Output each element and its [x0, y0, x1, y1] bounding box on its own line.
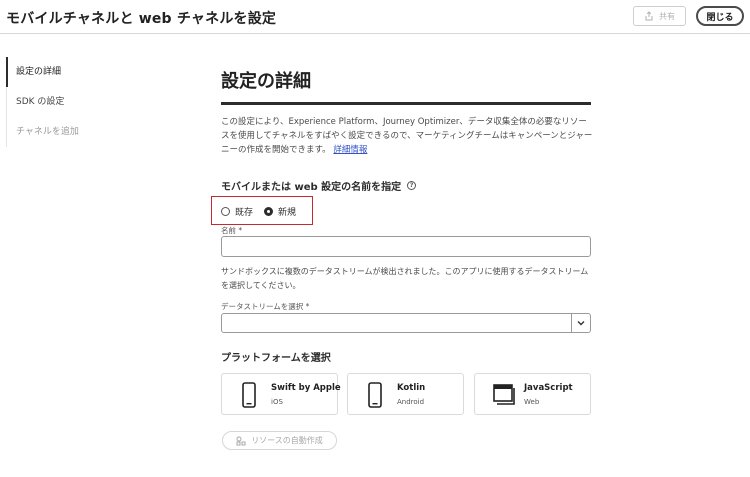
radio-new-label: 新規: [278, 208, 297, 218]
phone-icon: [242, 382, 256, 408]
resource-icon: [236, 436, 246, 445]
share-label: 共有: [659, 11, 675, 21]
app-header: モバイルチャネルと web チャネルを設定 共有 閉じる: [0, 0, 750, 34]
browser-window-icon: [493, 384, 515, 405]
datastream-dropdown-button[interactable]: [571, 314, 590, 332]
page-header-title: モバイルチャネルと web チャネルを設定: [6, 11, 277, 27]
description: この設定により、Experience Platform、Journey Opti…: [221, 115, 593, 157]
datastream-notice: サンドボックスに複数のデータストリームが検出されました。このアプリに使用するデー…: [221, 267, 589, 290]
datastream-field-label: データストリームを選択 *: [221, 302, 310, 311]
platform-heading: プラットフォームを選択: [221, 353, 331, 364]
auto-create-label: リソースの自動作成: [251, 436, 323, 445]
sidebar: 設定の詳細 SDK の設定 チャネルを追加: [6, 57, 166, 147]
platform-sub-android: Android: [397, 398, 425, 406]
platform-name-web: JavaScript: [524, 383, 573, 393]
platform-card-android[interactable]: Kotlin Android: [347, 373, 464, 415]
chevron-down-icon: [577, 321, 585, 326]
platform-card-web[interactable]: JavaScript Web: [474, 373, 591, 415]
platform-sub-web: Web: [524, 398, 540, 406]
share-icon: [645, 11, 653, 21]
auto-create-resources-button[interactable]: リソースの自動作成: [222, 431, 337, 450]
sidebar-item-add-channels: チャネルを追加: [16, 127, 79, 137]
sidebar-item-sdk-setup[interactable]: SDK の設定: [6, 87, 166, 117]
platform-sub-ios: iOS: [271, 398, 283, 406]
name-input[interactable]: [221, 236, 591, 257]
platform-name-android: Kotlin: [397, 383, 426, 393]
phone-icon: [368, 382, 382, 408]
radio-new[interactable]: 新規: [264, 205, 296, 218]
name-field-label: 名前 *: [221, 226, 243, 235]
page-title: 設定の詳細: [221, 71, 311, 92]
name-section-text: モバイルまたは web 設定の名前を指定: [221, 182, 402, 193]
help-icon[interactable]: ?: [407, 181, 417, 190]
learn-more-link[interactable]: 詳細情報: [333, 145, 367, 155]
radio-existing[interactable]: 既存: [221, 205, 253, 218]
name-section-label: モバイルまたは web 設定の名前を指定 ?: [221, 178, 417, 193]
title-divider: [221, 102, 591, 105]
radio-new-circle[interactable]: [264, 207, 273, 216]
sidebar-item-configuration-details[interactable]: 設定の詳細: [6, 57, 166, 87]
platform-name-ios: Swift by Apple: [271, 383, 341, 393]
platform-card-ios[interactable]: Swift by Apple iOS: [221, 373, 341, 415]
close-button[interactable]: 閉じる: [696, 6, 744, 26]
datastream-select[interactable]: [221, 313, 591, 333]
radio-existing-circle[interactable]: [221, 207, 230, 216]
description-text: この設定により、Experience Platform、Journey Opti…: [221, 117, 593, 155]
share-button[interactable]: 共有: [633, 6, 686, 26]
radio-existing-label: 既存: [235, 208, 254, 218]
